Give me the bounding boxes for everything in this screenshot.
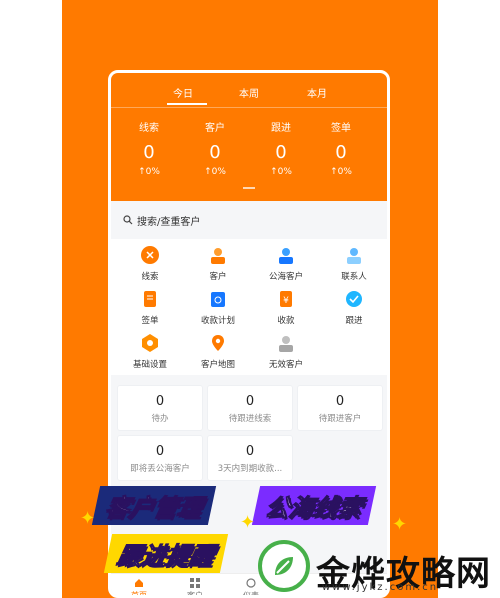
grid-item-payments[interactable]: ¥ 收款 — [253, 289, 319, 326]
follow-up-icon — [344, 289, 364, 309]
stats-header: 今日 本周 本月 线索 0 ↑0% 客户 0 ↑0% 跟进 0 ↑0% 签单 0… — [111, 73, 387, 201]
grid-label: 收款 — [277, 316, 295, 326]
metric-label: 3天内到期收款... — [217, 464, 283, 474]
grid-label: 无效客户 — [268, 360, 303, 370]
metric-value: 0 — [155, 394, 165, 409]
stat-label: 客户 — [205, 123, 225, 134]
grid-label: 公海客户 — [268, 272, 303, 282]
tab-today[interactable]: 今日 — [173, 85, 193, 100]
svg-text:¥: ¥ — [283, 296, 289, 306]
watermark-url: www.jykz.com.cn — [322, 582, 439, 593]
nav-label: 首页 — [131, 591, 147, 598]
search-label: 搜索/查重客户 — [137, 216, 201, 228]
function-grid: 线索 客户 公海客户 联系人 签单 收款计划 ¥ 收款 跟进 基础设置 客户地图… — [111, 239, 387, 375]
metric-value: 0 — [155, 444, 165, 459]
invalid-customer-icon — [276, 333, 296, 353]
metric-todo[interactable]: 0 待办 — [117, 385, 203, 431]
grid-item-contacts[interactable]: 联系人 — [321, 245, 387, 282]
watermark-logo — [258, 540, 310, 592]
page-indicator — [243, 187, 255, 189]
grid-label: 签单 — [141, 316, 159, 326]
stat-label: 跟进 — [271, 123, 291, 134]
sparkle-icon: ✦ — [392, 514, 408, 535]
grid-item-contracts[interactable]: 签单 — [117, 289, 183, 326]
grid-item-follow-up[interactable]: 跟进 — [321, 289, 387, 326]
stat-change: ↑0% — [138, 167, 160, 177]
stat-customers[interactable]: 客户 0 ↑0% — [187, 119, 243, 177]
grid-item-customers[interactable]: 客户 — [185, 245, 251, 282]
stat-change: ↑0% — [330, 167, 352, 177]
sparkle-icon: ✦ — [240, 512, 256, 533]
stat-leads[interactable]: 线索 0 ↑0% — [121, 119, 177, 177]
stat-value: 0 — [143, 142, 155, 163]
stat-value: 0 — [209, 142, 221, 163]
contract-icon — [140, 289, 160, 309]
home-icon — [134, 578, 144, 588]
tab-month[interactable]: 本月 — [307, 85, 327, 100]
grid-label: 线索 — [141, 272, 159, 282]
grid-icon — [190, 578, 200, 588]
nav-label: 仪表 — [243, 591, 259, 598]
stat-value: 0 — [335, 142, 347, 163]
stat-label: 签单 — [331, 123, 351, 134]
banner-follow-reminder: 跟进提醒 — [103, 534, 229, 573]
search-icon — [123, 215, 133, 225]
public-customer-icon — [276, 245, 296, 265]
metric-label: 即将丢公海客户 — [130, 464, 190, 474]
contact-icon — [344, 245, 364, 265]
stat-follow-ups[interactable]: 跟进 0 ↑0% — [253, 119, 309, 177]
search-bar[interactable]: 搜索/查重客户 — [123, 211, 381, 229]
grid-item-leads[interactable]: 线索 — [117, 245, 183, 282]
grid-label: 基础设置 — [132, 360, 167, 370]
banner-text: 跟进提醒 — [114, 542, 217, 571]
stat-value: 0 — [275, 142, 287, 163]
active-tab-underline — [167, 103, 207, 105]
leaf-icon — [275, 557, 293, 575]
metric-value: 0 — [245, 444, 255, 459]
payment-plan-icon — [208, 289, 228, 309]
customer-icon — [208, 245, 228, 265]
metric-label: 待跟进线索 — [228, 414, 272, 424]
grid-item-invalid-customers[interactable]: 无效客户 — [253, 333, 319, 370]
stat-change: ↑0% — [270, 167, 292, 177]
dashboard-icon — [246, 578, 256, 588]
stat-change: ↑0% — [204, 167, 226, 177]
grid-item-map[interactable]: 客户地图 — [185, 333, 251, 370]
nav-label: 客户 — [187, 591, 203, 598]
grid-item-payment-plan[interactable]: 收款计划 — [185, 289, 251, 326]
stat-label: 线索 — [139, 123, 159, 134]
grid-label: 联系人 — [341, 272, 367, 282]
metric-label: 待办 — [151, 414, 169, 424]
settings-icon — [140, 333, 160, 353]
banner-public-leads: 公海线索 — [251, 486, 377, 525]
lead-icon — [140, 245, 160, 265]
grid-item-settings[interactable]: 基础设置 — [117, 333, 183, 370]
header-divider — [111, 107, 387, 108]
grid-label: 客户地图 — [200, 360, 235, 370]
sparkle-icon: ✦ — [80, 508, 96, 529]
metric-value: 0 — [245, 394, 255, 409]
tab-week[interactable]: 本周 — [239, 85, 259, 100]
metric-pending-customers[interactable]: 0 待跟进客户 — [297, 385, 383, 431]
metric-losing-customers[interactable]: 0 即将丢公海客户 — [117, 435, 203, 481]
grid-label: 收款计划 — [200, 316, 235, 326]
grid-item-public-customers[interactable]: 公海客户 — [253, 245, 319, 282]
nav-home[interactable]: 首页 — [111, 578, 167, 598]
metric-due-payments[interactable]: 0 3天内到期收款... — [207, 435, 293, 481]
grid-label: 客户 — [209, 272, 227, 282]
banner-customer-management: 客户管理 — [91, 486, 217, 525]
nav-customers[interactable]: 客户 — [167, 578, 223, 598]
payment-icon: ¥ — [276, 289, 296, 309]
grid-label: 跟进 — [345, 316, 363, 326]
banner-text: 公海线索 — [262, 494, 365, 523]
map-icon — [208, 333, 228, 353]
period-tabs: 今日 本周 本月 — [111, 85, 387, 107]
metric-pending-leads[interactable]: 0 待跟进线索 — [207, 385, 293, 431]
metric-label: 待跟进客户 — [318, 414, 362, 424]
banner-text: 客户管理 — [102, 494, 205, 523]
stat-contracts[interactable]: 签单 0 ↑0% — [313, 119, 369, 177]
metric-value: 0 — [335, 394, 345, 409]
todo-metrics: 0 待办 0 待跟进线索 0 待跟进客户 0 即将丢公海客户 0 3天内到期收款… — [111, 379, 387, 483]
